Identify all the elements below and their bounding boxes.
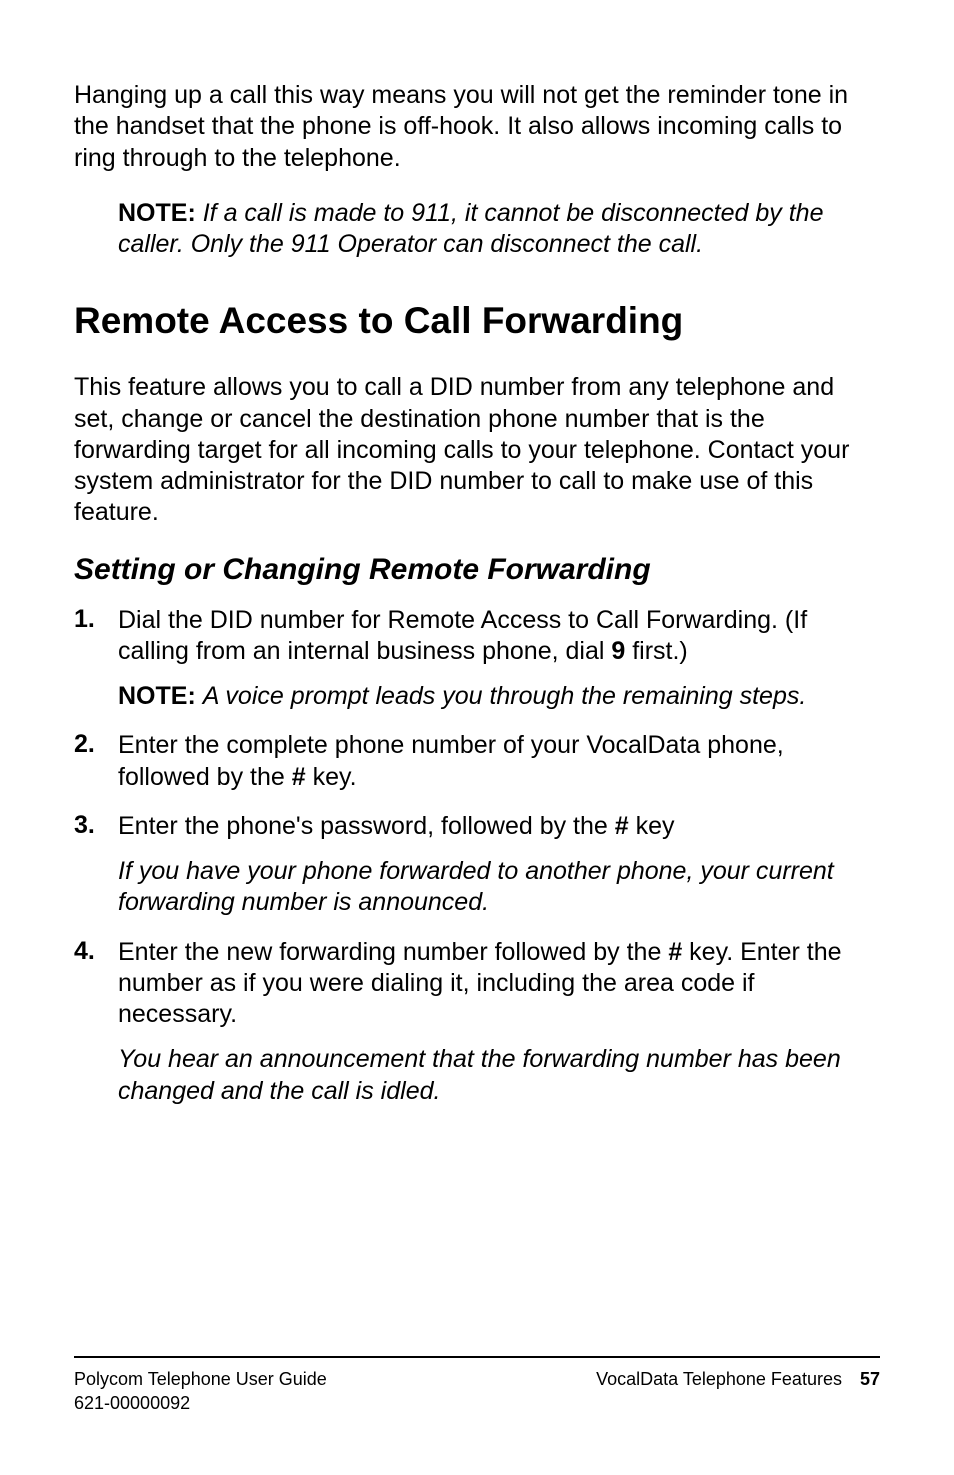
step-3-bold: # (615, 812, 629, 840)
footer-guide-title: Polycom Telephone User Guide (74, 1368, 327, 1391)
intro-paragraph: Hanging up a call this way means you wil… (74, 80, 880, 174)
step-3-result: If you have your phone forwarded to anot… (118, 856, 880, 919)
step-1-text-b: first.) (625, 637, 688, 665)
step-2-bold: # (292, 763, 306, 791)
step-2: Enter the complete phone number of your … (74, 730, 880, 793)
step-3: Enter the phone's password, followed by … (74, 811, 880, 919)
footer-page-number: 57 (860, 1369, 880, 1389)
intro-note: NOTE: If a call is made to 911, it canno… (118, 198, 880, 261)
step-1-note-text-body: A voice prompt leads you through the rem… (203, 682, 807, 710)
page-footer: Polycom Telephone User Guide 621-0000009… (74, 1356, 880, 1415)
step-1-note: NOTE: A voice prompt leads you through t… (118, 681, 880, 712)
note-label: NOTE: (118, 199, 196, 227)
subsection-title: Setting or Changing Remote Forwarding (74, 553, 880, 587)
step-4: Enter the new forwarding number followed… (74, 937, 880, 1107)
footer-left: Polycom Telephone User Guide 621-0000009… (74, 1368, 327, 1415)
step-1-text-a: Dial the DID number for Remote Access to… (118, 606, 807, 665)
step-3-text-a: Enter the phone's password, followed by … (118, 812, 615, 840)
step-1-note-label: NOTE: (118, 682, 196, 710)
section-paragraph: This feature allows you to call a DID nu… (74, 372, 880, 528)
step-4-bold: # (668, 938, 682, 966)
step-3-text-b: key (629, 812, 675, 840)
footer-right: VocalData Telephone Features 57 (596, 1368, 880, 1415)
step-1: Dial the DID number for Remote Access to… (74, 605, 880, 713)
footer-chapter-title: VocalData Telephone Features (596, 1369, 842, 1389)
footer-doc-number: 621-00000092 (74, 1392, 327, 1415)
step-1-bold: 9 (611, 637, 625, 665)
step-2-text-a: Enter the complete phone number of your … (118, 731, 784, 790)
step-4-result: You hear an announcement that the forwar… (118, 1044, 880, 1107)
section-title: Remote Access to Call Forwarding (74, 300, 880, 342)
page-content: Hanging up a call this way means you wil… (74, 80, 880, 1356)
step-2-text-b: key. (306, 763, 357, 791)
steps-list: Dial the DID number for Remote Access to… (74, 605, 880, 1107)
step-4-text-a: Enter the new forwarding number followed… (118, 938, 668, 966)
note-text-body: If a call is made to 911, it cannot be d… (118, 199, 824, 258)
